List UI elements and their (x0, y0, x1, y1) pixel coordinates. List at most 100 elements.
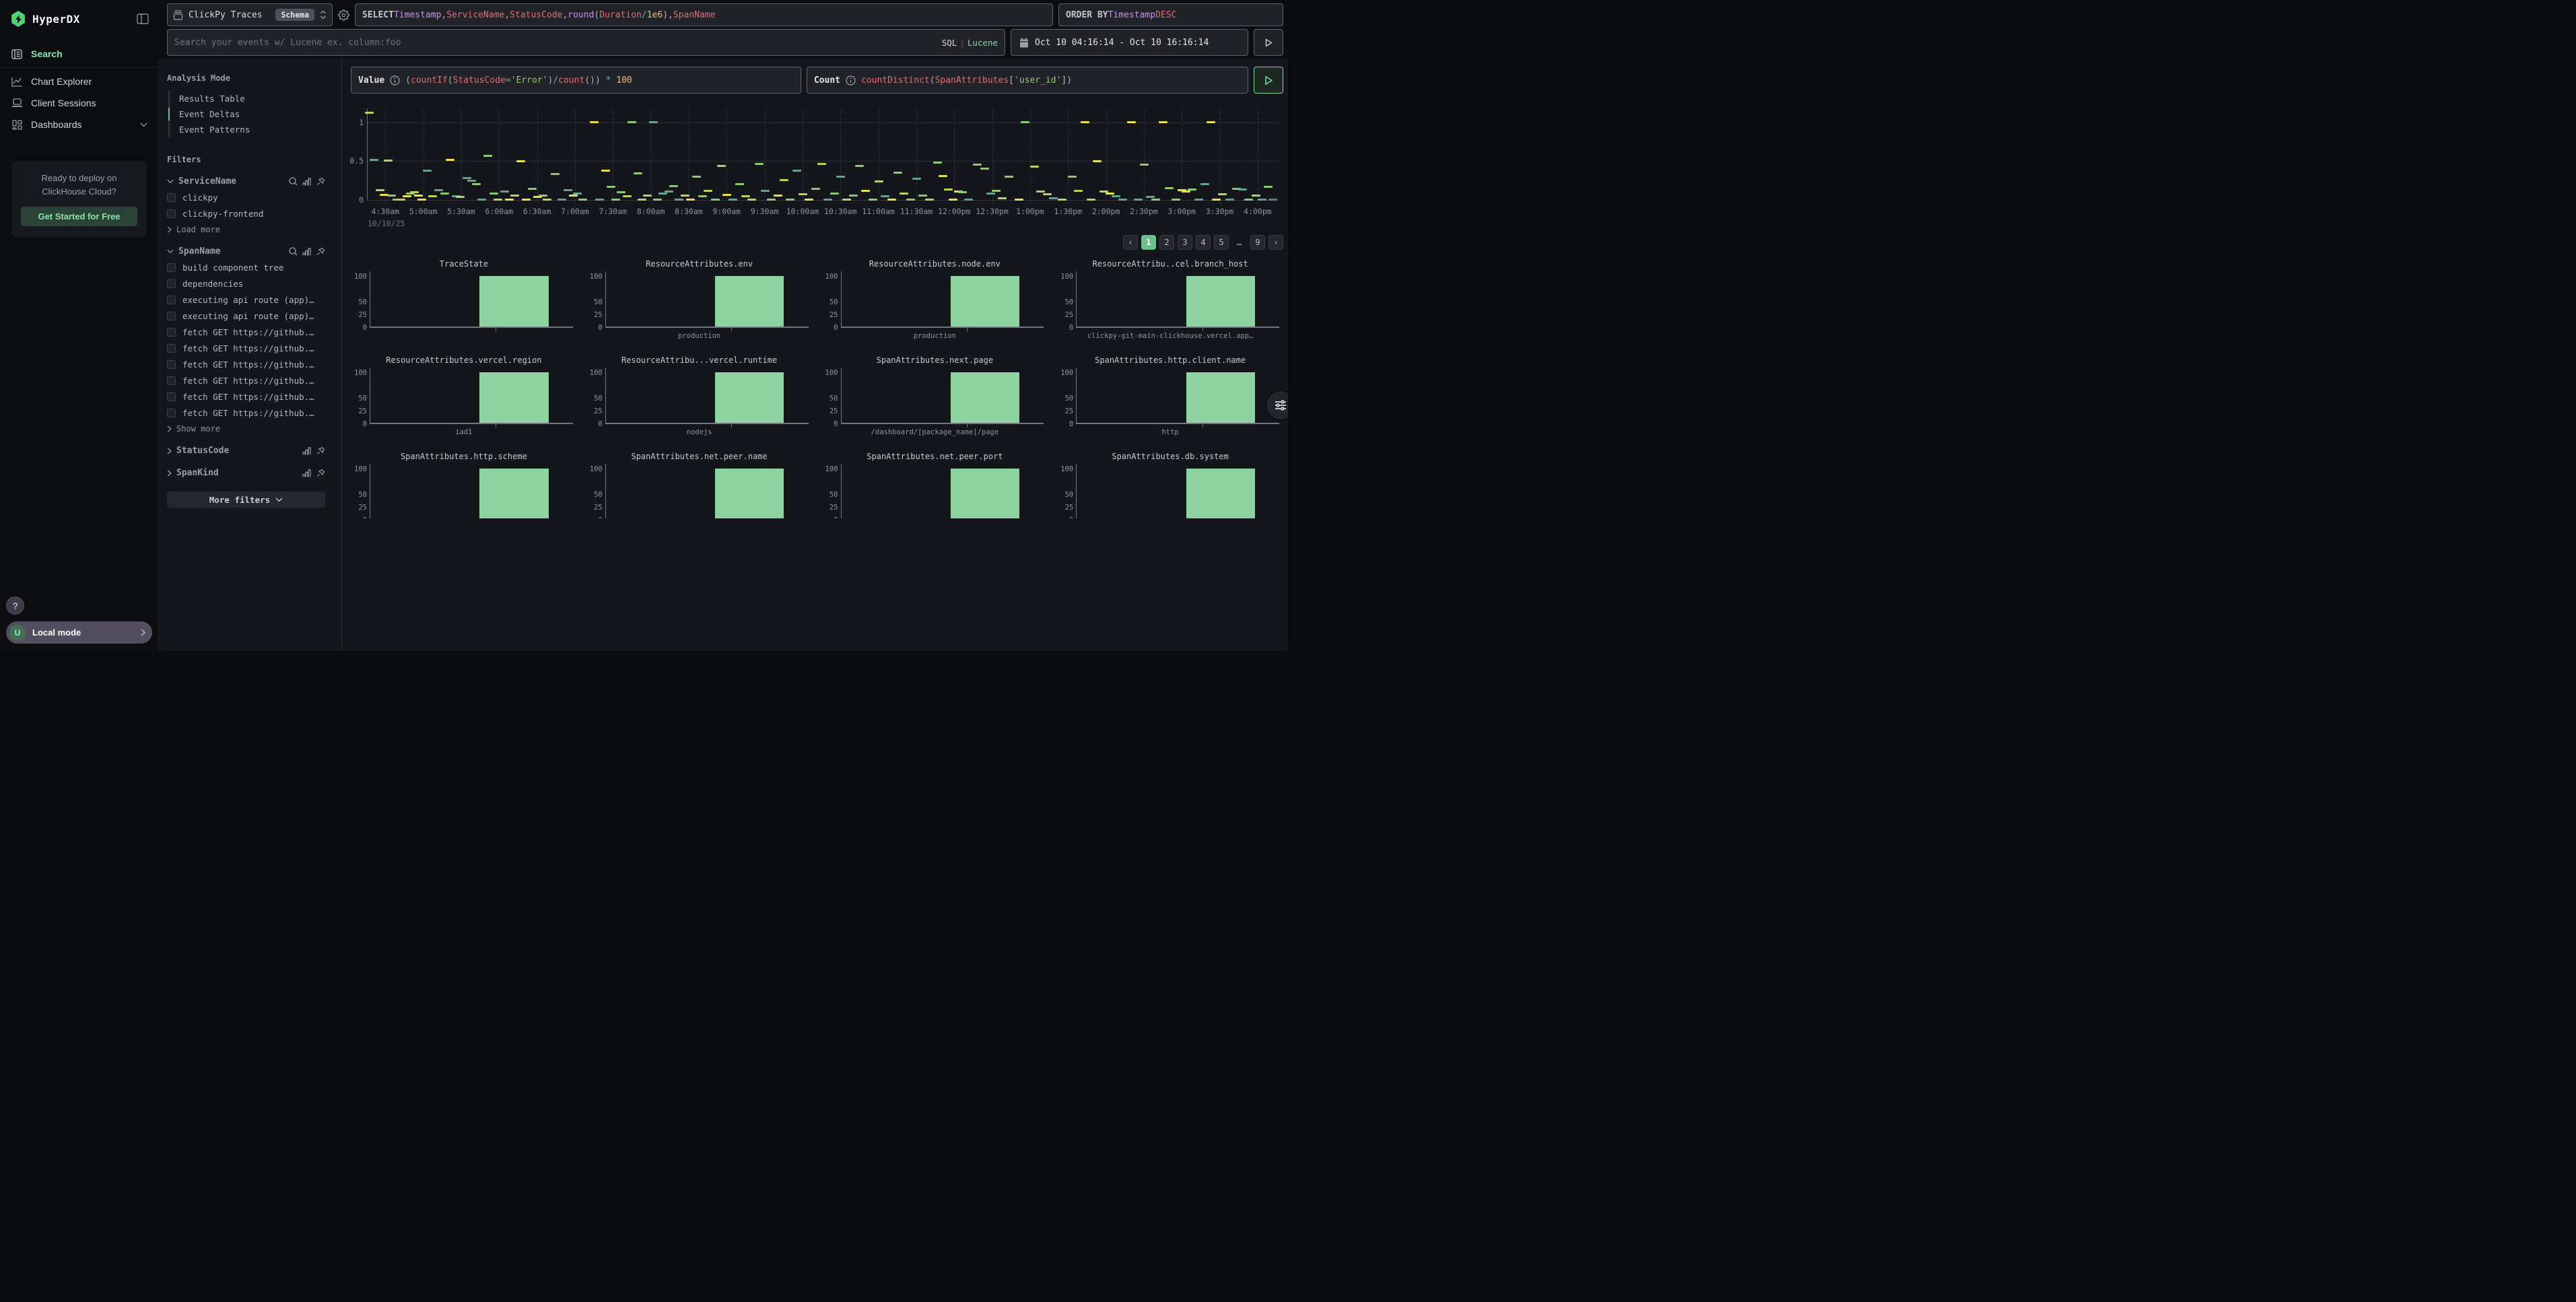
breakdown-chart[interactable]: SpanAttributes.db.system02550100clickhou… (1057, 452, 1283, 518)
breakdown-chart[interactable]: ResourceAttribu..cel.branch_host02550100… (1057, 259, 1283, 342)
help-button[interactable]: ? (6, 596, 24, 615)
sidebar-collapse-icon[interactable] (137, 13, 149, 24)
filter-item[interactable]: fetch GET https://github.… (167, 408, 325, 418)
order-by-editor[interactable]: ORDER BY Timestamp DESC (1058, 3, 1283, 26)
filter-item[interactable]: fetch GET https://github.… (167, 327, 325, 337)
filter-section-header[interactable]: SpanKind (167, 468, 325, 478)
checkbox[interactable] (167, 344, 176, 353)
bar-chart-icon[interactable] (302, 248, 312, 256)
gear-icon[interactable] (338, 9, 349, 21)
analysis-mode-item[interactable]: Event Deltas (170, 106, 325, 122)
checkbox[interactable] (167, 360, 176, 369)
pagination-page-5[interactable]: 5 (1214, 235, 1229, 250)
breakdown-chart[interactable]: ResourceAttributes.vercel.region02550100… (351, 355, 577, 438)
filter-item[interactable]: executing api route (app)… (167, 311, 325, 321)
y-axis-tick-label: 0 (1069, 516, 1073, 518)
analysis-mode-item[interactable]: Results Table (170, 91, 325, 106)
filter-section-header[interactable]: StatusCode (167, 446, 325, 456)
filter-item[interactable]: fetch GET https://github.… (167, 376, 325, 386)
breakdown-chart[interactable]: ResourceAttribu...vercel.runtime02550100… (586, 355, 813, 438)
filter-item[interactable]: clickpy (167, 193, 325, 203)
breakdown-chart[interactable]: ResourceAttributes.env02550100production (586, 259, 813, 342)
pin-icon[interactable] (316, 446, 325, 455)
breakdown-chart[interactable]: SpanAttributes.http.client.name02550100h… (1057, 355, 1283, 438)
sidebar-item-chart-explorer[interactable]: Chart Explorer (0, 71, 158, 92)
lucene-mode-option[interactable]: Lucene (968, 38, 998, 48)
pin-icon[interactable] (316, 177, 325, 186)
breakdown-chart[interactable]: SpanAttributes.net.peer.port025501008443 (822, 452, 1048, 518)
checkbox[interactable] (167, 392, 176, 401)
breakdown-chart[interactable]: SpanAttributes.http.scheme02550100https (351, 452, 577, 518)
breakdown-axes (1076, 368, 1279, 424)
delta-data-point (1244, 199, 1253, 201)
filter-item[interactable]: dependencies (167, 279, 325, 289)
delta-data-point (414, 195, 423, 197)
checkbox[interactable] (167, 376, 176, 385)
checkbox[interactable] (167, 312, 176, 320)
pagination-next-button[interactable]: › (1268, 235, 1283, 250)
breakdown-axes (841, 271, 1044, 328)
user-menu[interactable]: U Local mode (6, 621, 152, 644)
bar-chart-icon[interactable] (302, 178, 312, 186)
filter-item[interactable]: clickpy-frontend (167, 209, 325, 219)
filter-section-header[interactable]: ServiceName (167, 176, 325, 186)
pagination-prev-button[interactable]: ‹ (1123, 235, 1138, 250)
x-gridline (916, 108, 917, 204)
x-axis-category-label (351, 332, 577, 342)
search-icon[interactable] (289, 247, 298, 256)
event-deltas-chart[interactable]: 00.514:30am5:00am5:30am6:00am6:30am7:00a… (351, 99, 1283, 231)
source-select[interactable]: ClickPy Traces Schema (167, 3, 333, 26)
sidebar-item-client-sessions[interactable]: Client Sessions (0, 92, 158, 114)
sidebar-item-label: Search (31, 48, 63, 59)
bar-chart-icon[interactable] (302, 447, 312, 455)
sql-mode-option[interactable]: SQL (942, 38, 957, 48)
checkbox[interactable] (167, 296, 176, 304)
checkbox[interactable] (167, 279, 176, 288)
filter-footer-show-more[interactable]: Show more (167, 424, 325, 434)
run-query-button[interactable] (1254, 67, 1283, 94)
pagination-page-2[interactable]: 2 (1159, 235, 1174, 250)
filter-item[interactable]: fetch GET https://github.… (167, 359, 325, 370)
sidebar-item-dashboards[interactable]: Dashboards (0, 114, 158, 135)
delta-data-point (1268, 199, 1277, 201)
pagination-page-4[interactable]: 4 (1196, 235, 1211, 250)
pagination-page-1[interactable]: 1 (1141, 235, 1156, 250)
filter-item[interactable]: executing api route (app)… (167, 295, 325, 305)
pin-icon[interactable] (316, 469, 325, 477)
breakdown-chart[interactable]: SpanAttributes.net.peer.name02550100z5nr… (586, 452, 813, 518)
delta-data-point (467, 180, 476, 182)
get-started-button[interactable]: Get Started for Free (21, 207, 137, 226)
checkbox[interactable] (167, 409, 176, 417)
breakdown-axes (841, 368, 1044, 424)
sidebar-item-search[interactable]: Search (0, 43, 158, 65)
pagination-page-9[interactable]: 9 (1250, 235, 1265, 250)
breakdown-chart[interactable]: SpanAttributes.next.page02550100/dashboa… (822, 355, 1048, 438)
analysis-mode-item[interactable]: Event Patterns (170, 122, 325, 137)
delta-data-point (698, 195, 707, 197)
search-input[interactable] (174, 38, 937, 48)
checkbox[interactable] (167, 328, 176, 337)
more-filters-button[interactable]: More filters (167, 491, 325, 508)
delta-data-point (658, 193, 667, 195)
checkbox[interactable] (167, 193, 176, 202)
breakdown-chart[interactable]: TraceState02550100 (351, 259, 577, 342)
checkbox[interactable] (167, 209, 176, 218)
value-expression-input[interactable]: Value (countIf(StatusCode='Error')/count… (351, 67, 801, 94)
count-expression-input[interactable]: Count countDistinct(SpanAttributes['user… (807, 67, 1248, 94)
search-icon[interactable] (289, 177, 298, 186)
filter-item[interactable]: fetch GET https://github.… (167, 343, 325, 353)
delta-data-point (653, 199, 662, 201)
filter-footer-load-more[interactable]: Load more (167, 225, 325, 234)
checkbox[interactable] (167, 263, 176, 272)
pin-icon[interactable] (316, 247, 325, 256)
filter-section-header[interactable]: SpanName (167, 246, 325, 256)
filter-item[interactable]: fetch GET https://github.… (167, 392, 325, 402)
bar-chart-icon[interactable] (302, 469, 312, 477)
sql-editor[interactable]: SELECT Timestamp, ServiceName, StatusCod… (355, 3, 1053, 26)
breakdown-chart[interactable]: ResourceAttributes.node.env02550100produ… (822, 259, 1048, 342)
date-range-picker[interactable]: Oct 10 04:16:14 - Oct 10 16:16:14 (1011, 29, 1248, 56)
filter-item[interactable]: build component tree (167, 263, 325, 273)
code-token: 1e6 (647, 10, 663, 20)
pagination-page-3[interactable]: 3 (1178, 235, 1192, 250)
search-run-button[interactable] (1254, 29, 1283, 56)
